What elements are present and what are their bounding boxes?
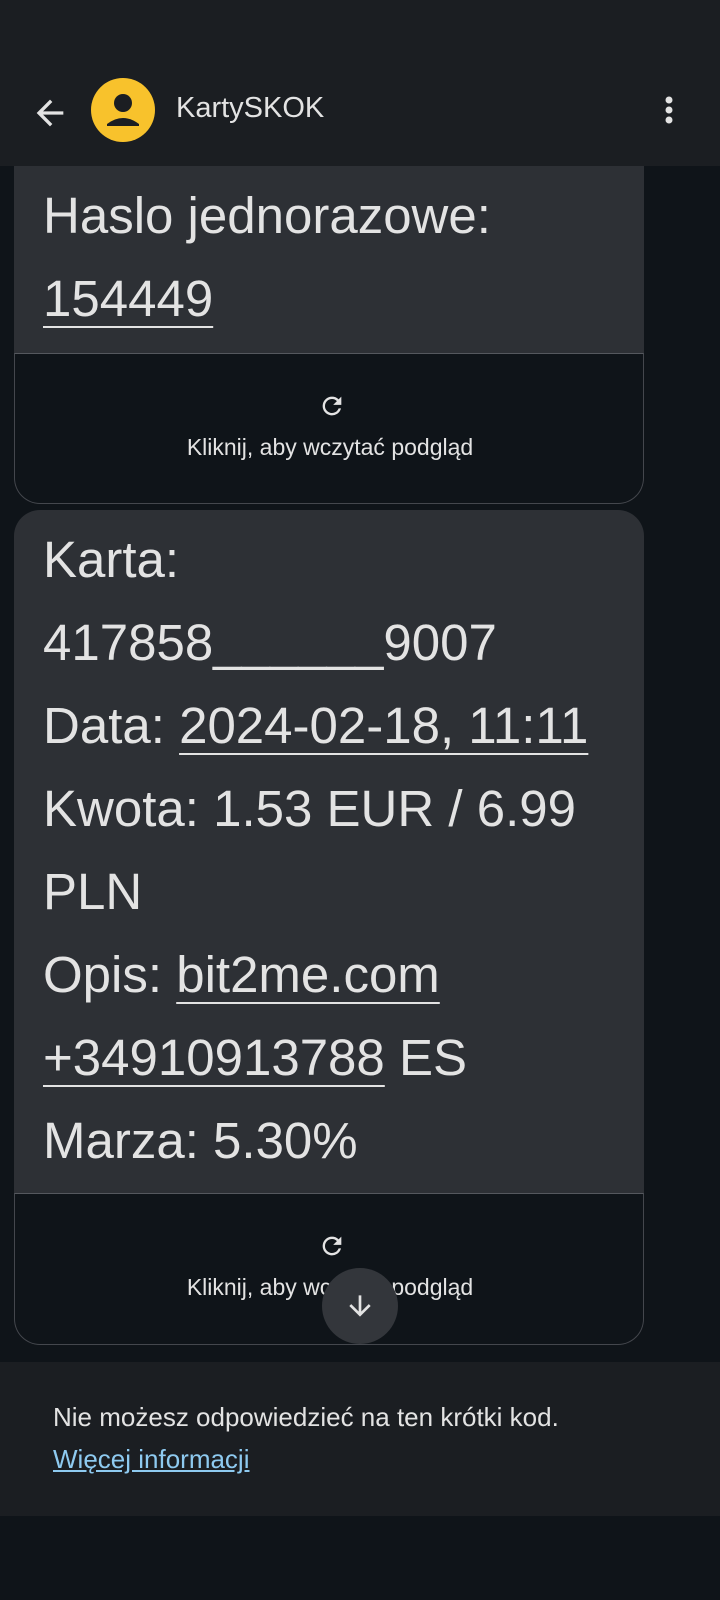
card-number: 417858______9007 xyxy=(43,614,497,671)
refresh-icon xyxy=(322,1236,342,1256)
contact-avatar[interactable] xyxy=(91,78,155,142)
website-link[interactable]: bit2me.com xyxy=(176,946,440,1003)
message-bubble[interactable]: Haslo jednorazowe: 154449 Kliknij, aby w… xyxy=(14,166,644,504)
arrow-down-icon xyxy=(349,1295,371,1317)
reply-unavailable-text: Nie możesz odpowiedzieć na ten krótki ko… xyxy=(53,1402,559,1432)
back-arrow-icon[interactable] xyxy=(30,93,70,133)
amount-line: Kwota: 1.53 EUR / 6.99 xyxy=(43,780,576,837)
link-preview[interactable]: Kliknij, aby wczytać podgląd xyxy=(14,353,644,504)
more-options-icon[interactable] xyxy=(654,90,684,130)
otp-link[interactable]: 154449 xyxy=(43,270,213,327)
contact-name[interactable]: KartySKOK xyxy=(176,92,324,125)
date-prefix: Data: xyxy=(43,697,180,754)
reply-unavailable-banner: Nie możesz odpowiedzieć na ten krótki ko… xyxy=(0,1362,720,1516)
message-line: Haslo jednorazowe: xyxy=(43,187,491,244)
refresh-icon xyxy=(322,396,342,416)
margin-line: Marza: 5.30% xyxy=(43,1112,358,1169)
app-bar: KartySKOK xyxy=(0,60,720,166)
phone-link[interactable]: +34910913788 xyxy=(43,1029,385,1086)
message-text: Haslo jednorazowe: 154449 xyxy=(14,166,644,340)
description-prefix: Opis: xyxy=(43,946,177,1003)
country-code: ES xyxy=(384,1029,467,1086)
more-info-link[interactable]: Więcej informacji xyxy=(53,1444,250,1475)
message-text: Karta: 417858______9007 Data: 2024-02-18… xyxy=(14,510,644,1182)
amount-currency: PLN xyxy=(43,863,143,920)
scroll-to-bottom-button[interactable] xyxy=(322,1268,398,1344)
person-icon xyxy=(107,94,139,126)
preview-label: Kliknij, aby wczytać podgląd xyxy=(186,434,474,460)
card-label: Karta: xyxy=(43,531,180,588)
message-bubble[interactable]: Karta: 417858______9007 Data: 2024-02-18… xyxy=(14,510,644,1345)
status-bar xyxy=(0,0,720,60)
date-link[interactable]: 2024-02-18, 11:11 xyxy=(179,697,588,754)
